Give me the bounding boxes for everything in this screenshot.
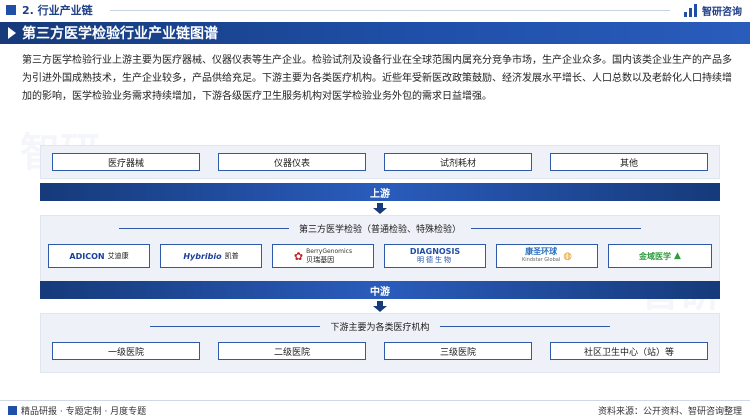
footer: 精品研报 · 专题定制 · 月度专题 资料来源：公开资料、智研咨询整理 [0,400,750,419]
company-name: 金域医学 [639,251,672,261]
midstream-stage-label: 中游 [40,281,720,299]
downstream-item: 三级医院 [384,342,532,360]
section-label: 2. 行业产业链 [22,4,93,17]
company-sub: 明德生物 [417,256,453,264]
company-logo-kingmed: 金域医学 ▲ [608,244,712,268]
company-sub: 贝瑞基因 [306,256,335,264]
upstream-item: 医疗器械 [52,153,200,171]
divider [118,228,289,229]
company-logo-hybribio: Hybribio 凯普 [160,244,262,268]
footer-left: 精品研报 · 专题定制 · 月度专题 [8,404,146,417]
footer-source: 资料来源：公开资料、智研咨询整理 [597,406,742,417]
footer-tagline: 精品研报 · 专题定制 · 月度专题 [21,406,147,417]
divider [439,326,610,327]
upstream-item: 仪器仪表 [218,153,366,171]
divider [150,326,321,327]
divider [471,228,641,229]
berry-flower-icon: ✿ [293,249,304,263]
brand-name: 智研咨询 [702,7,742,18]
footer-icon [8,405,17,415]
upstream-item: 其他 [550,153,708,171]
brand: 智研咨询 [684,3,742,18]
company-name: DIAGNOSIS [409,247,461,256]
company-logo-diagnosis: DIAGNOSIS 明德生物 [384,244,486,268]
title-bar: 第三方医学检验行业产业链图谱 [0,22,750,44]
company-sub: Kindstar Global [522,257,561,263]
kingmed-triangle-icon: ▲ [674,251,681,261]
company-name: 康圣环球 [525,247,558,256]
downstream-heading-row: 下游主要为各类医疗机构 [40,320,720,333]
midstream-heading: 第三方医学检验（普通检验、特殊检验） [298,225,461,235]
downstream-item: 一级医院 [52,342,200,360]
downstream-item: 二级医院 [218,342,366,360]
company-name: BerryGenomics [306,248,353,255]
upstream-item: 试剂耗材 [384,153,532,171]
section-tag: 2. 行业产业链 [0,0,93,20]
downstream-heading: 下游主要为各类医疗机构 [330,323,430,333]
top-bar: 2. 行业产业链 智研咨询 [0,0,750,20]
company-sub: 凯普 [224,252,239,260]
upstream-stage-label: 上游 [40,183,720,201]
industry-chain-diagram: 医疗器械 仪器仪表 试剂耗材 其他 上游 第三方医学检验（普通检验、特殊检验） … [40,145,720,377]
company-name: Hybribio [183,251,222,261]
title-arrow-icon [8,27,16,39]
company-sub: 艾迪康 [107,252,129,260]
company-logo-adicon: ADICON 艾迪康 [48,244,150,268]
intro-paragraph: 第三方医学检验行业上游主要为医疗器械、仪器仪表等生产企业。检验试剂及设备行业在全… [22,55,732,102]
brand-logo-icon [684,4,698,17]
arrow-down-icon [373,203,387,214]
page-title: 第三方医学检验行业产业链图谱 [22,26,218,42]
company-logo-kindstar: 康圣环球 Kindstar Global ◍ [496,244,598,268]
company-logo-berrygenomics: ✿ BerryGenomics 贝瑞基因 [272,244,374,268]
kindstar-globe-icon: ◍ [563,250,572,262]
arrow-down-icon [373,301,387,312]
top-divider [110,10,670,11]
company-name: ADICON [69,251,105,261]
midstream-heading-row: 第三方医学检验（普通检验、特殊检验） [40,222,720,235]
downstream-item: 社区卫生中心（站）等 [550,342,708,360]
section-square-icon [6,5,16,15]
